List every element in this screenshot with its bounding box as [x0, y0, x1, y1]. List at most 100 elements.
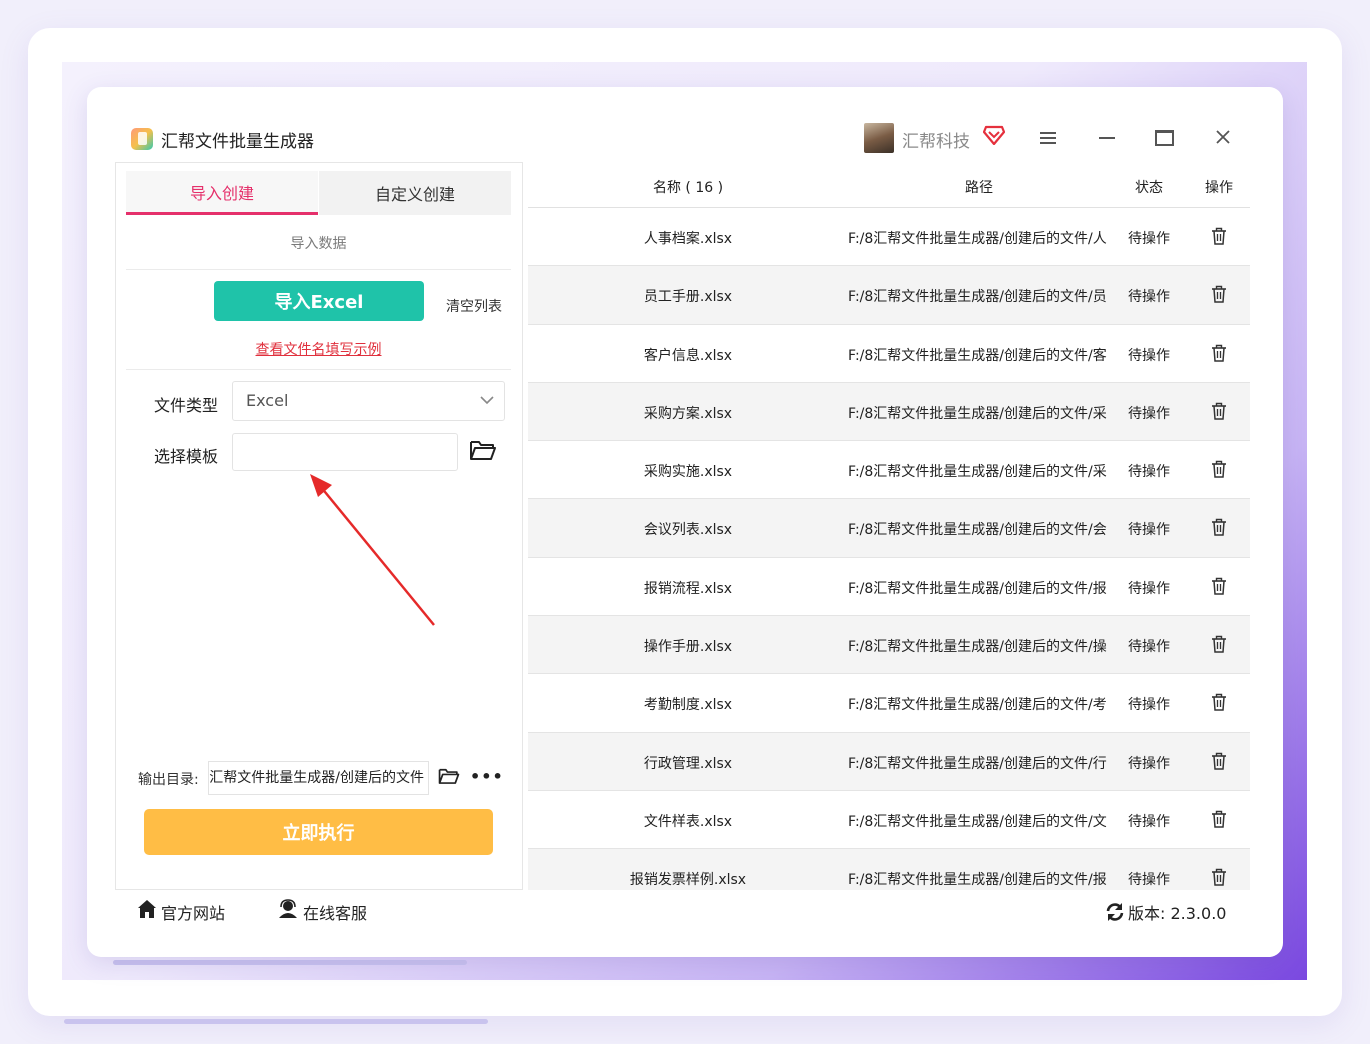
table-row[interactable]: 报销发票样例.xlsx F:/8汇帮文件批量生成器/创建后的文件/报 待操作 — [528, 849, 1250, 890]
row-path: F:/8汇帮文件批量生成器/创建后的文件/人 — [848, 231, 1107, 247]
table-row[interactable]: 采购实施.xlsx F:/8汇帮文件批量生成器/创建后的文件/采 待操作 — [528, 441, 1250, 500]
user-name[interactable]: 汇帮科技 — [902, 127, 970, 152]
row-name: 会议列表.xlsx — [643, 522, 733, 539]
row-path: F:/8汇帮文件批量生成器/创建后的文件/操 — [848, 639, 1107, 656]
header-name: 名称 ( 16 ) — [652, 180, 724, 196]
header-status: 状态 — [1135, 180, 1163, 196]
home-icon[interactable] — [137, 899, 157, 919]
row-name: 文件样表.xlsx — [643, 813, 733, 830]
table-row[interactable]: 采购方案.xlsx F:/8汇帮文件批量生成器/创建后的文件/采 待操作 — [528, 382, 1250, 442]
row-status: 待操作 — [1128, 697, 1170, 714]
table-row[interactable]: 操作手册.xlsx F:/8汇帮文件批量生成器/创建后的文件/操 待操作 — [528, 616, 1250, 675]
refresh-icon[interactable] — [1105, 902, 1125, 922]
file-table: 名称 ( 16 ) 路径 状态 操作 人事档案.xlsx F:/8汇帮文件批量生成… — [528, 162, 1250, 890]
folder-icon[interactable] — [438, 767, 460, 785]
table-row[interactable]: 行政管理.xlsx F:/8汇帮文件批量生成器/创建后的文件/行 待操作 — [528, 732, 1250, 791]
row-path: F:/8汇帮文件批量生成器/创建后的文件/员 — [848, 289, 1107, 306]
row-path: F:/8汇帮文件批量生成器/创建后的文件/考 — [848, 697, 1107, 714]
template-input[interactable] — [232, 433, 458, 471]
row-status: 待操作 — [1128, 231, 1170, 247]
table-row[interactable]: 会议列表.xlsx F:/8汇帮文件批量生成器/创建后的文件/会 待操作 — [528, 499, 1250, 558]
row-name: 行政管理.xlsx — [643, 755, 733, 772]
divider — [126, 269, 511, 270]
row-name: 报销流程.xlsx — [643, 580, 733, 597]
table-body: 人事档案.xlsx F:/8汇帮文件批量生成器/创建后的文件/人 待操作 员工手册.x… — [528, 208, 1250, 890]
template-label: 选择模板 — [154, 447, 219, 466]
trash-icon[interactable] — [1211, 868, 1227, 887]
row-status: 待操作 — [1128, 405, 1170, 422]
tab-custom-create[interactable]: 自定义创建 — [318, 171, 511, 215]
row-path: F:/8汇帮文件批量生成器/创建后的文件/会 — [848, 522, 1107, 539]
row-name: 考勤制度.xlsx — [643, 697, 733, 714]
decorative-bar — [113, 960, 467, 965]
app-title: 汇帮文件批量生成器 — [161, 132, 314, 152]
row-status: 待操作 — [1128, 347, 1170, 364]
close-icon[interactable] — [1215, 129, 1231, 145]
vip-diamond-icon[interactable] — [983, 125, 1005, 145]
row-path: F:/8汇帮文件批量生成器/创建后的文件/客 — [848, 347, 1107, 364]
customer-service-icon[interactable] — [278, 899, 298, 919]
table-row[interactable]: 文件样表.xlsx F:/8汇帮文件批量生成器/创建后的文件/文 待操作 — [528, 791, 1250, 850]
table-row[interactable]: 考勤制度.xlsx F:/8汇帮文件批量生成器/创建后的文件/考 待操作 — [528, 674, 1250, 733]
row-path: F:/8汇帮文件批量生成器/创建后的文件/采 — [848, 405, 1107, 422]
maximize-icon[interactable] — [1155, 130, 1174, 146]
row-name: 客户信息.xlsx — [643, 347, 733, 364]
folder-icon[interactable] — [469, 439, 497, 461]
user-avatar[interactable] — [864, 123, 894, 153]
trash-icon[interactable] — [1211, 577, 1227, 595]
row-name: 人事档案.xlsx — [643, 231, 733, 247]
clear-list-button[interactable]: 清空列表 — [446, 296, 502, 316]
left-panel: 导入创建 自定义创建 导入数据 导入Excel 清空列表 查看文件名填写示例 文… — [115, 162, 523, 890]
trash-icon[interactable] — [1211, 285, 1227, 304]
row-status: 待操作 — [1128, 755, 1170, 772]
trash-icon[interactable] — [1211, 693, 1227, 712]
trash-icon[interactable] — [1211, 752, 1227, 770]
row-path: F:/8汇帮文件批量生成器/创建后的文件/报 — [848, 872, 1107, 889]
row-path: F:/8汇帮文件批量生成器/创建后的文件/文 — [848, 813, 1107, 830]
online-service-link[interactable]: 在线客服 — [303, 900, 367, 924]
header-path: 路径 — [965, 180, 993, 196]
import-excel-button[interactable]: 导入Excel — [214, 281, 424, 321]
tab-import-create[interactable]: 导入创建 — [126, 171, 318, 215]
trash-icon[interactable] — [1211, 518, 1227, 537]
row-name: 采购实施.xlsx — [643, 464, 733, 481]
red-arrow-annotation — [310, 474, 435, 626]
row-status: 待操作 — [1128, 813, 1170, 830]
table-row[interactable]: 报销流程.xlsx F:/8汇帮文件批量生成器/创建后的文件/报 待操作 — [528, 558, 1250, 617]
execute-button[interactable]: 立即执行 — [144, 809, 493, 855]
row-status: 待操作 — [1128, 580, 1170, 597]
table-row[interactable]: 员工手册.xlsx F:/8汇帮文件批量生成器/创建后的文件/员 待操作 — [528, 266, 1250, 325]
row-status: 待操作 — [1128, 289, 1170, 306]
chevron-down-icon — [480, 396, 494, 405]
table-row[interactable]: 客户信息.xlsx F:/8汇帮文件批量生成器/创建后的文件/客 待操作 — [528, 325, 1250, 383]
row-name: 报销发票样例.xlsx — [629, 872, 747, 889]
trash-icon[interactable] — [1211, 344, 1227, 362]
version-label: 版本: 2.3.0.0 — [1128, 904, 1227, 923]
row-path: F:/8汇帮文件批量生成器/创建后的文件/行 — [848, 755, 1107, 772]
trash-icon[interactable] — [1211, 810, 1227, 828]
trash-icon[interactable] — [1211, 227, 1227, 245]
trash-icon[interactable] — [1211, 635, 1227, 653]
row-path: F:/8汇帮文件批量生成器/创建后的文件/报 — [848, 580, 1107, 597]
app-window: 汇帮文件批量生成器 汇帮科技 导入创建 自定义创建 导入数据 导入Excel 清… — [87, 87, 1283, 957]
app-logo-icon — [131, 128, 153, 150]
more-options-icon[interactable]: ••• — [470, 769, 504, 785]
mode-tabs: 导入创建 自定义创建 — [126, 171, 511, 215]
output-dir-label: 输出目录: — [138, 772, 199, 788]
minimize-icon[interactable] — [1099, 137, 1115, 139]
file-type-label: 文件类型 — [154, 396, 219, 415]
header-op: 操作 — [1205, 180, 1233, 196]
trash-icon[interactable] — [1211, 460, 1227, 478]
table-header: 名称 ( 16 ) 路径 状态 操作 — [528, 162, 1250, 208]
file-type-value: Excel — [246, 391, 289, 410]
filename-example-link[interactable]: 查看文件名填写示例 — [126, 339, 511, 359]
title-bar: 汇帮文件批量生成器 汇帮科技 — [87, 87, 1283, 163]
hamburger-menu-icon[interactable] — [1040, 131, 1056, 145]
row-status: 待操作 — [1128, 522, 1170, 539]
trash-icon[interactable] — [1211, 402, 1227, 420]
output-dir-field[interactable]: F:/8汇帮文件批量生成器/创建后的文件 — [208, 761, 429, 795]
official-site-link[interactable]: 官方网站 — [161, 900, 225, 924]
file-type-select[interactable]: Excel — [232, 381, 505, 421]
row-status: 待操作 — [1128, 872, 1170, 889]
table-row[interactable]: 人事档案.xlsx F:/8汇帮文件批量生成器/创建后的文件/人 待操作 — [528, 208, 1250, 267]
